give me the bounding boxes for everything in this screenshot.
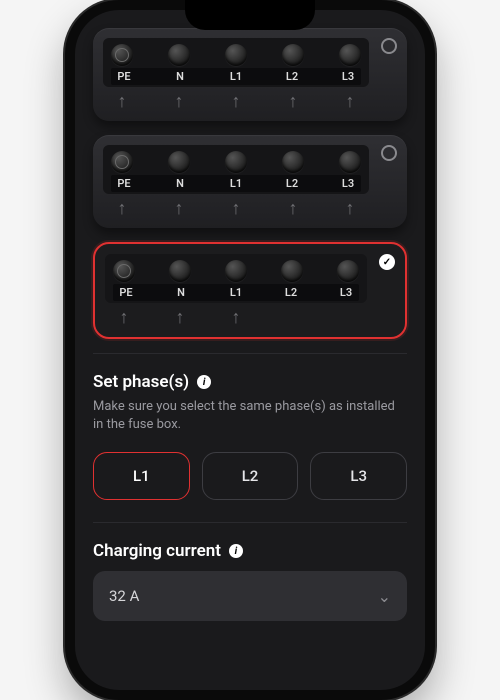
charging-current-value: 32 A <box>109 587 139 605</box>
arrow-up-icon: ↑ <box>111 93 133 111</box>
phase-button-label: L1 <box>133 467 150 485</box>
arrow-up-icon: ↑ <box>225 200 247 218</box>
info-icon[interactable]: i <box>229 544 243 558</box>
chevron-down-icon: ⌄ <box>378 587 391 606</box>
arrow-up-icon: ↑ <box>111 200 133 218</box>
arrow-up-icon: ↑ <box>339 93 361 111</box>
knob-n-icon <box>169 260 191 282</box>
terminal-label-row: PE N L1 L2 L3 <box>111 68 361 85</box>
arrow-row: ↑ ↑ ↑ ↑ ↑ <box>103 194 369 220</box>
terminal-label: L2 <box>281 177 303 190</box>
terminal-label: L2 <box>281 70 303 83</box>
set-phase-header: Set phase(s) i <box>93 372 407 392</box>
terminal-label: L3 <box>335 286 357 299</box>
knob-l2-icon <box>281 260 303 282</box>
charging-current-select[interactable]: 32 A ⌄ <box>93 571 407 621</box>
phone-notch <box>185 0 315 30</box>
arrow-up-icon: ↑ <box>225 93 247 111</box>
radio-checked-icon[interactable] <box>379 254 395 270</box>
knob-l1-icon <box>225 260 247 282</box>
terminal-label: N <box>169 70 191 83</box>
radio-unchecked-icon[interactable] <box>381 145 397 161</box>
knob-n-icon <box>168 151 190 173</box>
phone-frame: PE N L1 L2 L3 ↑ ↑ ↑ ↑ ↑ <box>65 0 435 700</box>
wiring-option-0[interactable]: PE N L1 L2 L3 ↑ ↑ ↑ ↑ ↑ <box>93 28 407 121</box>
radio-unchecked-icon[interactable] <box>381 38 397 54</box>
knob-l3-icon <box>339 151 361 173</box>
arrow-row: ↑ ↑ ↑ ↑ ↑ <box>105 303 367 329</box>
divider <box>93 522 407 523</box>
knob-l1-icon <box>225 44 247 66</box>
arrow-row: ↑ ↑ ↑ ↑ ↑ <box>103 87 369 113</box>
knob-n-icon <box>168 44 190 66</box>
arrow-up-icon: ↑ <box>113 309 135 327</box>
arrow-up-icon: ↑ <box>168 93 190 111</box>
terminal-label: L3 <box>337 70 359 83</box>
set-phase-subtitle: Make sure you select the same phase(s) a… <box>93 398 407 434</box>
arrow-up-icon: ↑ <box>339 200 361 218</box>
terminal-label: L1 <box>225 286 247 299</box>
charging-current-title: Charging current <box>93 541 221 561</box>
divider <box>93 353 407 354</box>
terminal-label: PE <box>115 286 137 299</box>
knob-row <box>111 151 361 173</box>
phase-button-l2[interactable]: L2 <box>202 452 299 500</box>
arrow-up-icon: ↑ <box>282 200 304 218</box>
phase-button-l1[interactable]: L1 <box>93 452 190 500</box>
knob-l2-icon <box>282 44 304 66</box>
wiring-option-2[interactable]: PE N L1 L2 L3 ↑ ↑ ↑ ↑ ↑ <box>93 242 407 339</box>
arrow-up-icon: ↑ <box>169 309 191 327</box>
terminal-block: PE N L1 L2 L3 <box>103 38 369 87</box>
knob-pe-icon <box>113 260 135 282</box>
phase-button-l3[interactable]: L3 <box>310 452 407 500</box>
knob-l3-icon <box>339 44 361 66</box>
knob-pe-icon <box>111 44 133 66</box>
terminal-label: L2 <box>280 286 302 299</box>
terminal-block: PE N L1 L2 L3 <box>103 145 369 194</box>
terminal-label-row: PE N L1 L2 L3 <box>113 284 359 301</box>
charging-current-header: Charging current i <box>93 541 407 561</box>
knob-row <box>111 44 361 66</box>
wiring-option-1[interactable]: PE N L1 L2 L3 ↑ ↑ ↑ ↑ ↑ <box>93 135 407 228</box>
info-icon[interactable]: i <box>197 375 211 389</box>
phase-button-label: L3 <box>350 467 367 485</box>
terminal-block: PE N L1 L2 L3 <box>105 254 367 303</box>
screen-content: PE N L1 L2 L3 ↑ ↑ ↑ ↑ ↑ <box>75 10 425 690</box>
terminal-label: L1 <box>225 70 247 83</box>
knob-l2-icon <box>282 151 304 173</box>
phase-button-row: L1 L2 L3 <box>93 452 407 500</box>
arrow-up-icon: ↑ <box>282 93 304 111</box>
terminal-label: N <box>170 286 192 299</box>
set-phase-title: Set phase(s) <box>93 372 189 392</box>
terminal-label-row: PE N L1 L2 L3 <box>111 175 361 192</box>
knob-l3-icon <box>337 260 359 282</box>
knob-row <box>113 260 359 282</box>
terminal-label: PE <box>113 177 135 190</box>
knob-l1-icon <box>225 151 247 173</box>
terminal-label: L1 <box>225 177 247 190</box>
terminal-label: L3 <box>337 177 359 190</box>
arrow-up-icon: ↑ <box>225 309 247 327</box>
arrow-up-icon: ↑ <box>168 200 190 218</box>
phase-button-label: L2 <box>242 467 259 485</box>
terminal-label: PE <box>113 70 135 83</box>
phone-screen: PE N L1 L2 L3 ↑ ↑ ↑ ↑ ↑ <box>75 10 425 690</box>
terminal-label: N <box>169 177 191 190</box>
knob-pe-icon <box>111 151 133 173</box>
